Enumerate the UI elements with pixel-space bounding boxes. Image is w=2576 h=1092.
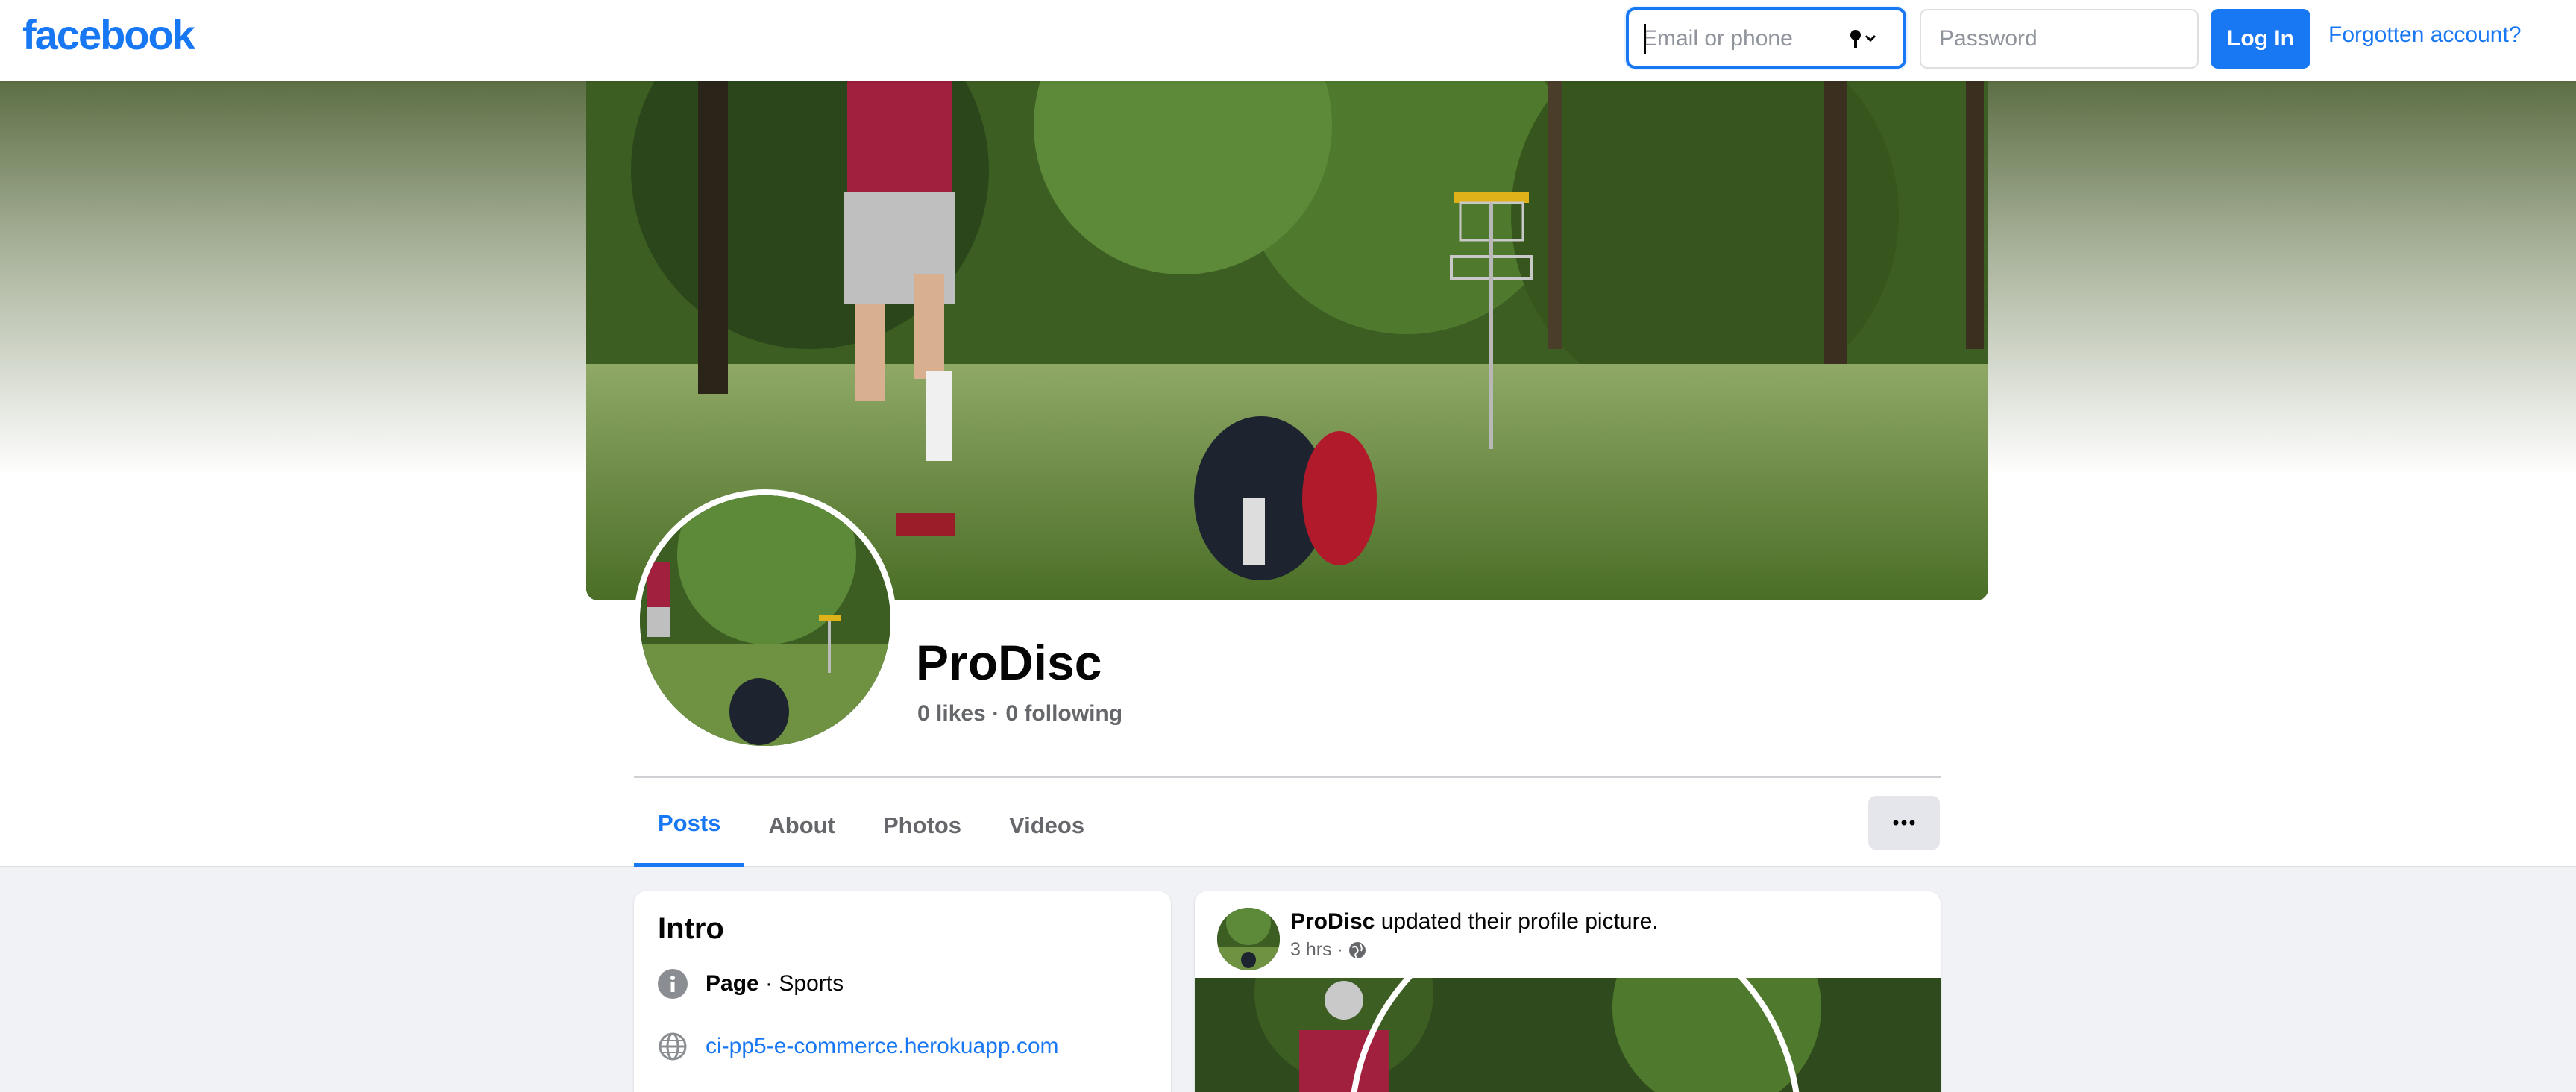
tab-posts[interactable]: Posts [634,783,745,867]
website-link[interactable]: ci-pp5-e-commerce.herokuapp.com [706,1034,1059,1059]
post-action-text: updated their profile picture. [1375,909,1659,934]
page-stats: 0 likes · 0 following [917,701,1123,726]
page-title: ProDisc [916,635,1102,690]
intro-category-value: · Sports [758,971,844,996]
post-header: ProDisc updated their profile picture. [1290,909,1659,935]
post-image[interactable] [1195,978,1941,1092]
login-button[interactable]: Log In [2211,9,2310,69]
key-icon[interactable] [1847,27,1882,52]
post-author-avatar[interactable] [1217,908,1280,970]
post-meta: 3 hrs · [1290,939,1367,961]
more-horizontal-icon [1893,820,1915,826]
intro-card: Intro Page · Sports ci-pp5-e-commerce.he… [634,891,1171,1092]
profile-tabs: Posts About Photos Videos [634,783,1108,867]
public-globe-icon [1348,941,1366,958]
globe-icon [659,1032,687,1061]
profile-avatar[interactable] [634,489,896,752]
divider [634,776,1941,778]
intro-category-label: Page [706,971,759,996]
intro-website-row: ci-pp5-e-commerce.herokuapp.com [658,1032,1059,1061]
intro-title: Intro [658,912,724,945]
facebook-logo[interactable]: facebook [22,10,195,59]
tab-videos[interactable]: Videos [985,783,1108,867]
post-card: ProDisc updated their profile picture. 3… [1195,891,1941,1092]
intro-category-row: Page · Sports [658,969,844,999]
tab-photos[interactable]: Photos [859,783,985,867]
info-icon [658,969,688,999]
email-field-wrapper[interactable] [1626,7,1906,69]
text-caret [1644,24,1646,54]
tab-about[interactable]: About [744,783,859,867]
top-bar: facebook Log In Forgotten account? [0,0,2576,81]
post-timestamp[interactable]: 3 hrs · [1290,939,1343,961]
email-input[interactable] [1642,24,1844,54]
password-input[interactable] [1920,9,2199,69]
more-options-button[interactable] [1868,796,1940,850]
post-author-name[interactable]: ProDisc [1290,909,1375,934]
forgotten-account-link[interactable]: Forgotten account? [2328,22,2522,48]
